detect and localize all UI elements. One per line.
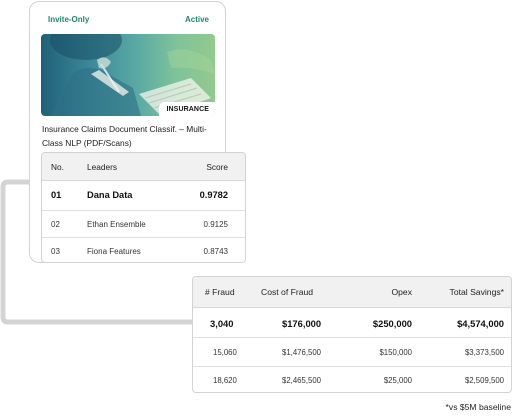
column-header-opex: Opex [391, 287, 412, 297]
category-badge: INSURANCE [159, 102, 215, 116]
baseline-footnote: *vs $5M baseline [445, 402, 511, 412]
access-label: Invite-Only [48, 15, 90, 24]
cost-of-fraud: $2,465,500 [282, 376, 322, 385]
fraud-count: 15,060 [213, 348, 237, 357]
cost-of-fraud: $176,000 [282, 318, 322, 329]
leader-score: 0.8743 [203, 247, 228, 256]
total-savings: $4,574,000 [457, 318, 504, 329]
leader-name: Ethan Ensemble [87, 220, 146, 229]
opex-value: $250,000 [372, 318, 412, 329]
rank-number: 02 [51, 220, 60, 229]
column-header-total-savings: Total Savings* [449, 287, 504, 297]
rank-number: 03 [51, 247, 60, 256]
total-savings: $3,373,500 [464, 348, 504, 357]
fraud-count: 3,040 [210, 318, 234, 329]
total-savings: $2,509,500 [464, 376, 504, 385]
card-image: INSURANCE [41, 34, 215, 116]
fraud-savings-table: # Fraud Cost of Fraud Opex Total Savings… [192, 276, 512, 393]
column-header-leaders: Leaders [87, 162, 117, 172]
column-header-no: No. [51, 162, 64, 172]
column-header-score: Score [206, 162, 228, 172]
fraud-row[interactable]: 15,060 $1,476,500 $150,000 $3,373,500 [193, 338, 511, 367]
leader-score: 0.9782 [199, 190, 228, 200]
opex-value: $25,000 [383, 376, 412, 385]
competition-title[interactable]: Insurance Claims Document Classif. – Mul… [42, 122, 220, 150]
card-header: Invite-Only Active [48, 15, 209, 31]
status-label: Active [184, 15, 209, 24]
leaderboard-row[interactable]: 02 Ethan Ensemble 0.9125 [42, 211, 245, 238]
rank-number: 01 [51, 190, 62, 200]
column-header-cost-of-fraud: Cost of Fraud [261, 287, 314, 297]
fraud-count: 18,620 [213, 376, 237, 385]
leader-name: Dana Data [87, 190, 133, 200]
leader-name: Fiona Features [87, 247, 141, 256]
fraud-header-row: # Fraud Cost of Fraud Opex Total Savings… [193, 277, 511, 308]
column-header-fraud-count: # Fraud [205, 287, 235, 297]
cost-of-fraud: $1,476,500 [282, 348, 322, 357]
workflow-canvas: Invite-Only Active INSURANCE Insurance C… [0, 0, 513, 417]
leader-score: 0.9125 [203, 220, 228, 229]
leaderboard-header-row: No. Leaders Score [42, 153, 245, 181]
leaderboard-row[interactable]: 01 Dana Data 0.9782 [42, 181, 245, 211]
leaderboard-table: No. Leaders Score 01 Dana Data 0.9782 02… [41, 152, 246, 263]
leaderboard-row[interactable]: 03 Fiona Features 0.8743 [42, 238, 245, 262]
opex-value: $150,000 [379, 348, 412, 357]
fraud-row[interactable]: 18,620 $2,465,500 $25,000 $2,509,500 [193, 367, 511, 392]
fraud-row[interactable]: 3,040 $176,000 $250,000 $4,574,000 [193, 308, 511, 338]
